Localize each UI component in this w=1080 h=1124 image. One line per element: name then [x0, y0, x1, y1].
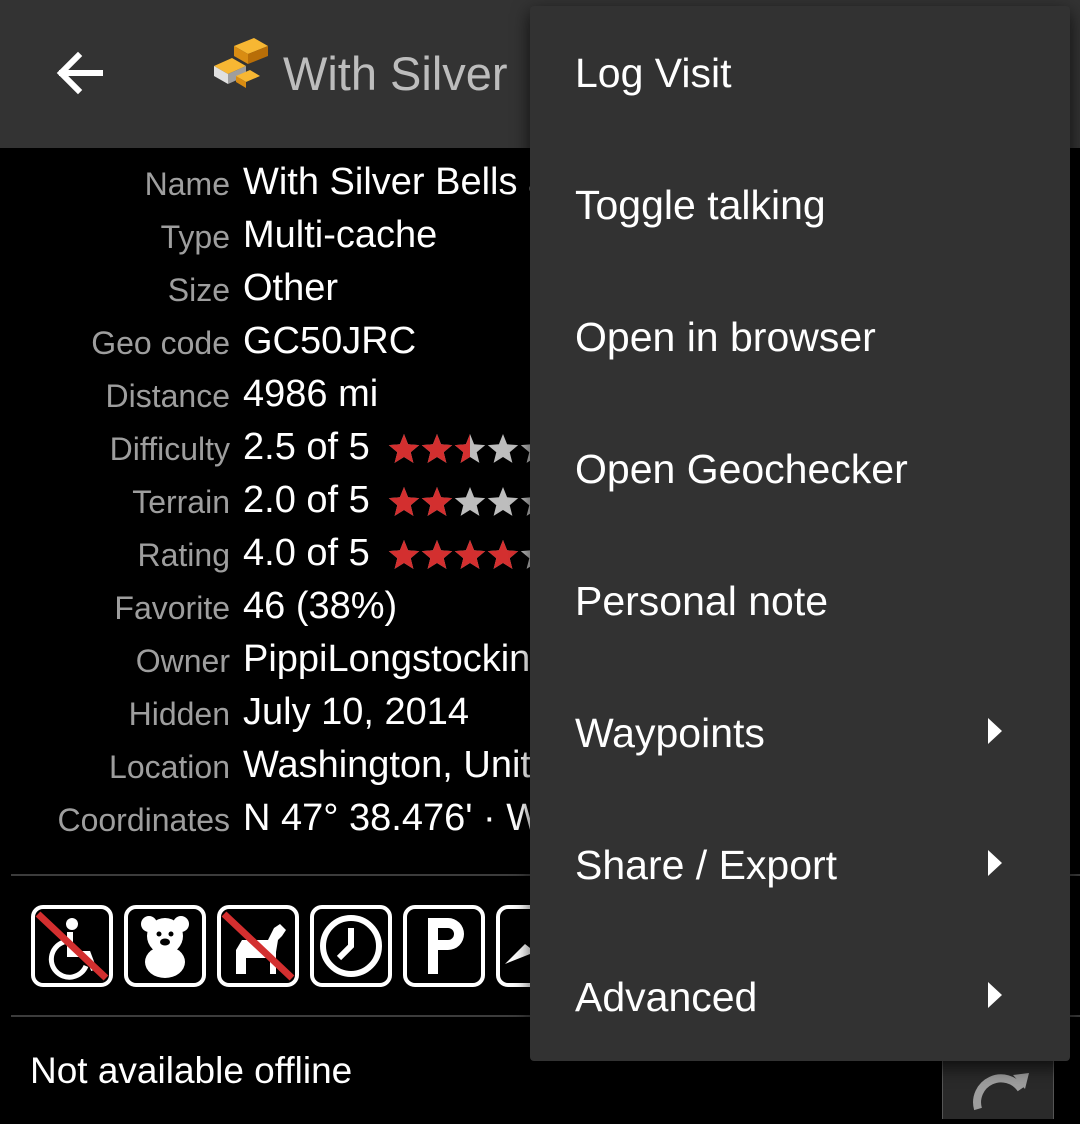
submenu-arrow-icon: [988, 850, 1002, 876]
no-dogs-icon: [217, 905, 299, 987]
offline-status: Not available offline: [30, 1050, 353, 1091]
detail-value: Other: [243, 267, 339, 309]
menu-item-label: Toggle talking: [575, 182, 826, 228]
star-filled: [388, 540, 420, 569]
star-empty: [454, 487, 486, 516]
detail-label: Size: [167, 272, 230, 308]
attribute-item[interactable]: [123, 904, 207, 988]
menu-item-label: Log Visit: [575, 50, 732, 96]
detail-label: Owner: [135, 643, 230, 679]
overflow-menu: Log Visit Toggle talking Open in browser Op…: [530, 6, 1070, 1061]
menu-item-label: Open in browser: [575, 314, 876, 360]
detail-value: With Silver Bells a: [243, 161, 550, 203]
detail-label: Hidden: [128, 696, 230, 732]
detail-value: PippiLongstockin: [243, 638, 531, 680]
menu-item-personal-note[interactable]: Personal note: [530, 534, 1070, 666]
detail-label: Rating: [137, 537, 231, 573]
detail-label: Distance: [105, 378, 231, 414]
detail-value: Multi-cache: [243, 214, 438, 256]
clock-icon: [310, 905, 392, 987]
parking-icon: [403, 905, 485, 987]
menu-item-toggle-talking[interactable]: Toggle talking: [530, 138, 1070, 270]
attribute-item[interactable]: [216, 904, 300, 988]
star-filled: [487, 540, 519, 569]
star-filled: [421, 434, 453, 463]
detail-label: Geo code: [91, 325, 230, 361]
detail-label: Favorite: [114, 590, 230, 626]
detail-value: GC50JRC: [243, 320, 417, 362]
star-filled: [421, 487, 453, 516]
attribute-item[interactable]: [309, 904, 393, 988]
attribute-item[interactable]: [402, 904, 486, 988]
star-empty: [520, 444, 530, 463]
detail-label: Location: [109, 749, 230, 785]
star-rating: [388, 540, 530, 569]
star-rating: [388, 487, 530, 516]
arrow-left-icon[interactable]: [50, 44, 108, 102]
star-empty: [487, 434, 519, 463]
star-empty: [520, 550, 530, 569]
detail-value: 46 (38%): [243, 585, 398, 627]
star-filled: [421, 540, 453, 569]
submenu-arrow-icon: [988, 718, 1002, 744]
detail-label: Name: [144, 166, 230, 202]
star-filled: [454, 540, 486, 569]
detail-label: Difficulty: [109, 431, 230, 467]
menu-item-label: Waypoints: [575, 710, 765, 756]
kid-friendly-icon: [124, 905, 206, 987]
menu-item-label: Advanced: [575, 974, 758, 1020]
detail-label: Type: [160, 219, 230, 255]
detail-label: Coordinates: [57, 802, 230, 838]
menu-item-label: Personal note: [575, 578, 829, 624]
submenu-arrow-icon: [988, 982, 1002, 1008]
partial-attribute-icon: [496, 905, 578, 987]
star-filled: [388, 434, 420, 463]
page-title: With Silver: [283, 47, 508, 100]
detail-value: 4986 mi: [243, 373, 379, 415]
menu-item-advanced[interactable]: Advanced: [530, 930, 1070, 1062]
detail-value: N 47° 38.476' · W: [243, 797, 543, 839]
menu-item-open-in-browser[interactable]: Open in browser: [530, 270, 1070, 402]
star-empty: [487, 487, 519, 516]
detail-label: Terrain: [132, 484, 230, 520]
star-rating: [388, 434, 530, 463]
attribute-item[interactable]: [30, 904, 114, 988]
menu-item-log-visit[interactable]: Log Visit: [530, 6, 1070, 138]
detail-value: 2.0 of 5: [243, 479, 370, 521]
star-filled: [388, 487, 420, 516]
no-wheelchair-icon: [31, 905, 113, 987]
menu-item-label: Open Geochecker: [575, 446, 908, 492]
menu-item-share-export[interactable]: Share / Export: [530, 798, 1070, 930]
menu-item-label: Share / Export: [575, 842, 838, 888]
detail-value: July 10, 2014: [243, 691, 470, 733]
detail-value: 2.5 of 5: [243, 426, 370, 468]
menu-item-waypoints[interactable]: Waypoints: [530, 666, 1070, 798]
menu-item-open-geochecker[interactable]: Open Geochecker: [530, 402, 1070, 534]
detail-value: 4.0 of 5: [243, 532, 370, 574]
star-empty: [520, 497, 530, 516]
detail-value: Washington, Unit: [243, 744, 531, 786]
multi-cache-icon: [214, 38, 268, 88]
